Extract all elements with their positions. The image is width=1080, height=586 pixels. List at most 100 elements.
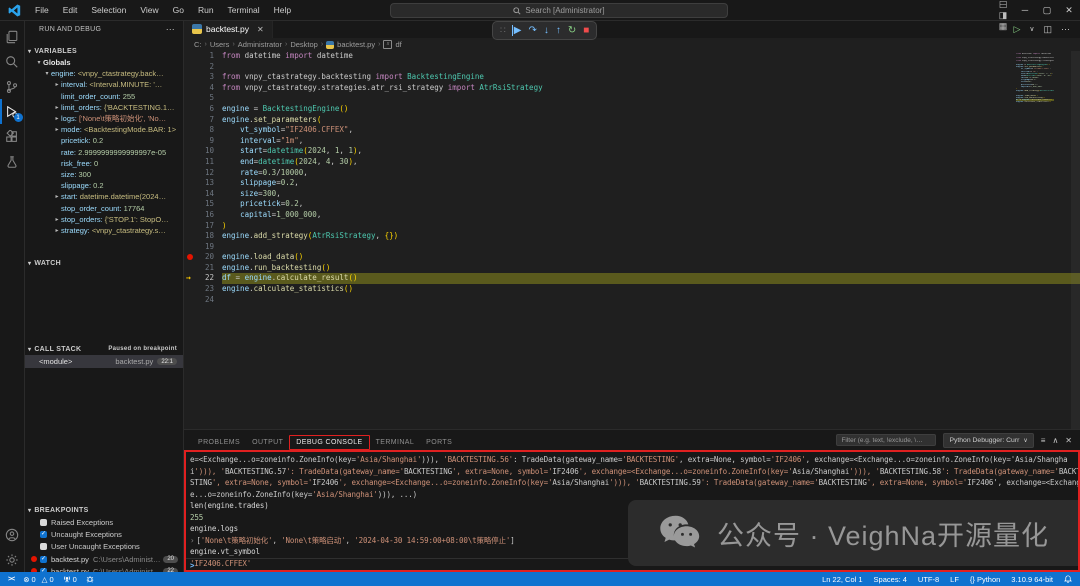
tab-backtest-py[interactable]: backtest.py ✕ xyxy=(184,20,273,38)
variable-row[interactable]: ▸stop_orders: {'STOP.1': StopO… xyxy=(25,214,183,225)
language-mode[interactable]: {} Python xyxy=(970,575,1000,584)
gutter[interactable]: 13 xyxy=(184,178,222,189)
debug-step-over-button[interactable]: ↷ xyxy=(528,25,536,36)
gutter[interactable]: 11 xyxy=(184,157,222,168)
breadcrumb-item[interactable]: Users xyxy=(210,40,230,49)
gutter[interactable]: 20 xyxy=(184,252,222,263)
minimize-button[interactable]: ─ xyxy=(1014,5,1036,15)
testing-icon[interactable] xyxy=(0,149,25,174)
maximize-button[interactable]: ▢ xyxy=(1036,5,1058,16)
run-dropdown-icon[interactable]: ∨ xyxy=(1029,25,1034,33)
debug-session-select[interactable]: Python Debugger: Curr∨ xyxy=(943,433,1033,448)
gutter[interactable]: 5 xyxy=(184,93,222,104)
call-stack-header[interactable]: ▾CALL STACK Paused on breakpoint xyxy=(25,343,183,355)
notifications-bell-icon[interactable] xyxy=(1064,575,1072,583)
account-icon[interactable] xyxy=(0,522,25,547)
debug-status-icon[interactable] xyxy=(86,575,94,583)
menu-item-view[interactable]: View xyxy=(134,3,164,17)
panel-tab-output[interactable]: OUTPUT xyxy=(246,436,289,449)
panel-tab-problems[interactable]: PROBLEMS xyxy=(192,436,246,449)
variable-row[interactable]: size: 300 xyxy=(25,169,183,180)
checkbox[interactable]: ✓ xyxy=(40,531,47,538)
variable-row[interactable]: stop_order_count: 17764 xyxy=(25,202,183,213)
panel-tab-terminal[interactable]: TERMINAL xyxy=(370,436,421,449)
gutter[interactable]: 16 xyxy=(184,210,222,221)
console-filter-input[interactable]: Filter (e.g. text, !exclude, \… xyxy=(836,434,936,446)
gutter[interactable]: 9 xyxy=(184,136,222,147)
drag-grip-icon[interactable]: ∷ xyxy=(500,25,505,36)
call-stack-frame[interactable]: <module> backtest.py 22:1 xyxy=(25,355,183,368)
gutter[interactable]: 3 xyxy=(184,72,222,83)
breadcrumb-item[interactable]: Administrator xyxy=(238,40,282,49)
panel-tab-debug-console[interactable]: DEBUG CONSOLE xyxy=(289,435,369,450)
gutter[interactable]: 8 xyxy=(184,125,222,136)
gutter[interactable]: 17 xyxy=(184,221,222,232)
settings-gear-icon[interactable] xyxy=(0,547,25,572)
toggle-panel-icon[interactable]: ◫ xyxy=(998,0,1009,14)
variable-engine[interactable]: ▾engine: <vnpy_ctastrategy.back… xyxy=(25,68,183,79)
variable-row[interactable]: ▸limit_orders: {'BACKTESTING.1… xyxy=(25,102,183,113)
gutter[interactable]: 24 xyxy=(184,295,222,306)
variable-row[interactable]: ▸interval: <Interval.MINUTE: '… xyxy=(25,79,183,90)
panel-close-icon[interactable]: ✕ xyxy=(1065,436,1072,445)
breadcrumb-item[interactable]: backtest.py xyxy=(326,40,375,49)
panel-tab-ports[interactable]: PORTS xyxy=(420,436,458,449)
gutter[interactable]: 19 xyxy=(184,242,222,253)
debug-step-into-button[interactable]: ↓ xyxy=(544,25,549,36)
source-control-icon[interactable] xyxy=(0,74,25,99)
run-and-debug-icon[interactable]: 1 xyxy=(0,99,25,124)
scope-globals[interactable]: ▾Globals xyxy=(25,57,183,68)
variable-row[interactable]: risk_free: 0 xyxy=(25,158,183,169)
gutter[interactable]: 6 xyxy=(184,104,222,115)
editor-scrollbar[interactable] xyxy=(1071,51,1080,429)
sidebar-more-actions-icon[interactable]: ⋯ xyxy=(166,24,175,35)
debug-continue-button[interactable]: ▶ xyxy=(512,25,522,36)
eol-sequence[interactable]: LF xyxy=(950,575,959,584)
menu-item-run[interactable]: Run xyxy=(192,3,220,17)
panel-maximize-icon[interactable]: ∧ xyxy=(1052,436,1058,445)
menu-item-selection[interactable]: Selection xyxy=(85,3,132,17)
debug-stop-button[interactable]: ■ xyxy=(583,25,589,36)
editor-more-actions-icon[interactable]: ⋯ xyxy=(1061,24,1070,35)
checkbox[interactable] xyxy=(40,543,47,550)
cursor-position[interactable]: Ln 22, Col 1 xyxy=(822,575,862,584)
split-editor-icon[interactable]: ◫ xyxy=(1043,24,1052,35)
variable-row[interactable]: pricetick: 0.2 xyxy=(25,135,183,146)
breakpoint-exception-row[interactable]: User Uncaught Exceptions xyxy=(25,541,183,553)
gutter[interactable]: 14 xyxy=(184,189,222,200)
gutter[interactable]: 21 xyxy=(184,263,222,274)
minimap[interactable]: from datetime import datetimefrom vnpy_c… xyxy=(1016,53,1054,106)
menu-item-file[interactable]: File xyxy=(29,3,55,17)
problems-status[interactable]: ⊗0 △0 xyxy=(23,575,53,584)
menu-item-go[interactable]: Go xyxy=(167,3,190,17)
extensions-icon[interactable] xyxy=(0,124,25,149)
indentation[interactable]: Spaces: 4 xyxy=(874,575,907,584)
checkbox[interactable] xyxy=(40,519,47,526)
gutter[interactable]: 4 xyxy=(184,83,222,94)
variable-row[interactable]: ▸start: datetime.datetime(2024… xyxy=(25,191,183,202)
debug-step-out-button[interactable]: ↑ xyxy=(556,25,561,36)
gutter[interactable]: 18 xyxy=(184,231,222,242)
tab-close-icon[interactable]: ✕ xyxy=(257,25,264,34)
variable-row[interactable]: ▸logs: ['None\t策略初始化', 'No… xyxy=(25,113,183,124)
remote-indicator-icon[interactable]: >< xyxy=(8,576,14,583)
run-python-file-icon[interactable]: ▷ xyxy=(1013,24,1020,35)
variables-header[interactable]: ▾VARIABLES xyxy=(25,45,183,57)
breakpoint-file-row[interactable]: ✓backtest.pyC:\Users\Administ…20 xyxy=(25,553,183,565)
breadcrumb[interactable]: C:›Users›Administrator›Desktop›backtest.… xyxy=(184,38,1080,51)
gutter[interactable]: 1 xyxy=(184,51,222,62)
customize-layout-icon[interactable]: ▦ xyxy=(994,21,1012,32)
close-button[interactable]: ✕ xyxy=(1058,5,1080,16)
watch-header[interactable]: ▾WATCH xyxy=(25,257,183,269)
variable-row[interactable]: slippage: 0.2 xyxy=(25,180,183,191)
variable-row[interactable]: ▸mode: <BacktestingMode.BAR: 1> xyxy=(25,124,183,135)
search-sidebar-icon[interactable] xyxy=(0,49,25,74)
breadcrumb-item[interactable]: C: xyxy=(194,40,202,49)
panel-filter-icon[interactable]: ≡ xyxy=(1041,436,1046,445)
gutter[interactable]: 23 xyxy=(184,284,222,295)
command-center-search[interactable]: Search [Administrator] xyxy=(390,3,728,18)
gutter[interactable]: 10 xyxy=(184,146,222,157)
variable-row[interactable]: rate: 2.9999999999999997e-05 xyxy=(25,147,183,158)
checkbox[interactable]: ✓ xyxy=(40,556,47,563)
variable-row[interactable]: limit_order_count: 255 xyxy=(25,91,183,102)
